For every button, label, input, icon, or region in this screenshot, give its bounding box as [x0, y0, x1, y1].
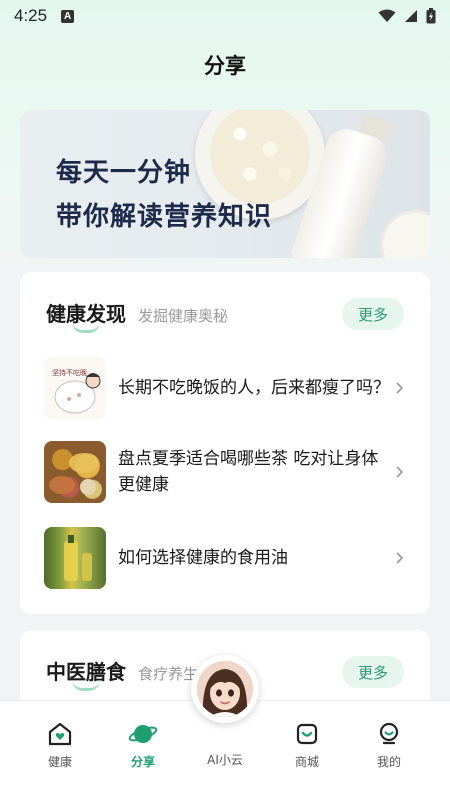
notification-icon: A [61, 9, 75, 23]
tab-label: 商城 [294, 755, 319, 769]
article-item[interactable]: 如何选择健康的食用油 [44, 526, 406, 590]
health-discovery-section: 健康发现 发掘健康奥秘 更多 坚持不吃晚 长期不吃晚饭的人，后来都瘦了吗？ 盘点… [20, 272, 430, 614]
section-header: 中医膳食 食疗养生 [46, 656, 199, 691]
milk-glass-image [380, 210, 430, 258]
cartoon-girl-icon [197, 661, 253, 717]
tab-profile[interactable]: 我的 [349, 721, 429, 770]
tab-label: 健康 [47, 755, 72, 769]
article-thumbnail [44, 441, 106, 503]
tab-health[interactable]: 健康 [20, 721, 100, 770]
section-title: 中医膳食 [46, 656, 126, 691]
section-title: 健康发现 [46, 298, 126, 333]
tab-label: 分享 [130, 755, 155, 769]
section-header: 健康发现 发掘健康奥秘 [46, 298, 229, 333]
tab-ai[interactable]: AI小云 [185, 745, 265, 768]
chevron-right-icon [396, 466, 404, 478]
chevron-right-icon [396, 382, 404, 394]
avatar [197, 661, 253, 717]
status-icons [378, 8, 436, 24]
profile-icon [379, 722, 399, 745]
shopping-bag-icon [296, 723, 318, 745]
status-time: 4:25 [14, 6, 48, 25]
article-thumbnail: 坚持不吃晚 [44, 357, 106, 419]
banner-headline-1: 每天一分钟 [56, 158, 192, 188]
article-title: 长期不吃晚饭的人，后来都瘦了吗？ [118, 378, 390, 398]
cartoon-image: 坚持不吃晚 [52, 368, 101, 414]
wifi-icon [378, 9, 396, 22]
tab-mall[interactable]: 商城 [267, 721, 347, 770]
oil-image [64, 535, 92, 581]
banner-headline-2: 带你解读营养知识 [56, 202, 273, 232]
tea-image [49, 453, 99, 495]
status-bar: 4:25 A [0, 0, 450, 32]
ai-assistant-avatar[interactable] [191, 655, 259, 723]
more-button[interactable]: 更多 [342, 656, 404, 688]
tab-label: AI小云 [207, 753, 243, 767]
battery-icon [426, 8, 436, 24]
chevron-right-icon [396, 552, 404, 564]
house-heart-icon [48, 722, 72, 746]
tab-share[interactable]: 分享 [103, 721, 183, 770]
article-thumbnail [44, 527, 106, 589]
nutrition-banner[interactable]: 每天一分钟 带你解读营养知识 [20, 110, 430, 258]
signal-icon [405, 10, 417, 22]
thumb-text: 坚持不吃晚 [52, 368, 87, 377]
article-title: 盘点夏季适合喝哪些茶 吃对让身体更健康 [118, 449, 379, 495]
article-item[interactable]: 坚持不吃晚 长期不吃晚饭的人，后来都瘦了吗？ [44, 356, 406, 420]
section-subtitle: 食疗养生 [138, 665, 199, 683]
tab-label: 我的 [376, 755, 401, 769]
article-item[interactable]: 盘点夏季适合喝哪些茶 吃对让身体更健康 [44, 440, 406, 504]
page-title: 分享 [204, 54, 246, 78]
planet-icon [128, 725, 158, 743]
section-subtitle: 发掘健康奥秘 [138, 307, 229, 325]
article-title: 如何选择健康的食用油 [118, 548, 288, 568]
more-button[interactable]: 更多 [342, 298, 404, 330]
